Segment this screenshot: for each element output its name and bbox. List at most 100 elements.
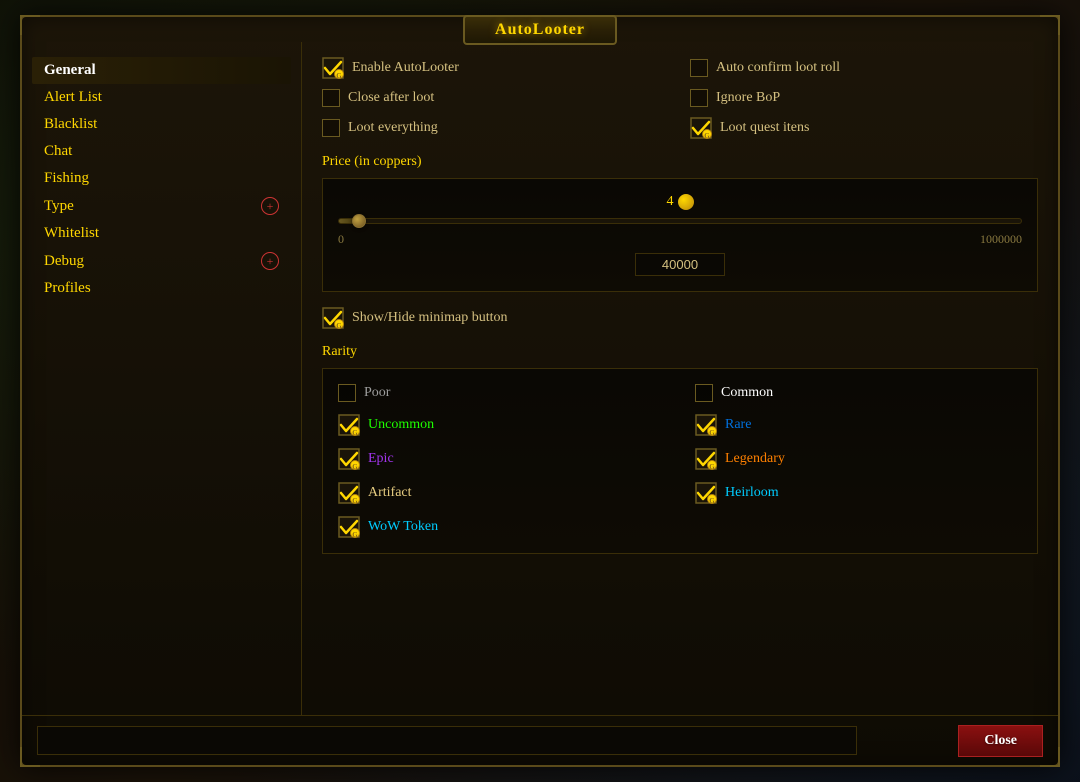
rarity-epic-checkbox[interactable]: G [338, 448, 360, 470]
sidebar-item-profiles[interactable]: Profiles [32, 275, 291, 302]
svg-text:G: G [352, 463, 358, 470]
content-area: General Alert List Blacklist Chat Fishin… [22, 42, 1058, 715]
sidebar-label-blacklist: Blacklist [44, 116, 97, 133]
sidebar-item-type[interactable]: Type + [32, 192, 291, 220]
title-bar: AutoLooter [463, 15, 617, 45]
window-title: AutoLooter [495, 21, 585, 38]
rarity-epic-row: G Epic [338, 448, 665, 470]
svg-text:G: G [704, 132, 710, 139]
enable-autolooter-label: Enable AutoLooter [352, 60, 459, 76]
auto-confirm-label: Auto confirm loot roll [716, 60, 840, 76]
rarity-uncommon-row: G Uncommon [338, 414, 665, 436]
sidebar-item-whitelist[interactable]: Whitelist [32, 220, 291, 247]
slider-input-row [338, 253, 1022, 276]
sidebar-item-alert-list[interactable]: Alert List [32, 84, 291, 111]
rarity-rare-checkbox[interactable]: G [695, 414, 717, 436]
main-panel: G Enable AutoLooter Auto confirm loot ro… [302, 42, 1058, 715]
slider-max-label: 1000000 [980, 232, 1022, 247]
rarity-rare-label: Rare [725, 417, 751, 433]
rarity-grid: Poor Common G [338, 384, 1022, 538]
slider-labels: 0 1000000 [338, 232, 1022, 247]
price-box: 4 0 1000000 [322, 178, 1038, 292]
sidebar-item-blacklist[interactable]: Blacklist [32, 111, 291, 138]
sidebar-item-fishing[interactable]: Fishing [32, 165, 291, 192]
slider-value-display: 4 [338, 194, 1022, 210]
rarity-legendary-row: G Legendary [695, 448, 1022, 470]
corner-decoration-tl [20, 15, 40, 35]
main-window: AutoLooter General Alert List Blacklist … [20, 15, 1060, 767]
sidebar-label-fishing: Fishing [44, 170, 89, 187]
ignore-bop-label: Ignore BoP [716, 90, 780, 106]
rarity-section-label: Rarity [322, 344, 1038, 360]
rarity-poor-label: Poor [364, 385, 390, 401]
debug-plus-icon[interactable]: + [261, 252, 279, 270]
sidebar-label-profiles: Profiles [44, 280, 91, 297]
rarity-common-checkbox[interactable] [695, 384, 713, 402]
sidebar-label-type: Type [44, 198, 74, 215]
sidebar-label-whitelist: Whitelist [44, 225, 99, 242]
svg-text:G: G [352, 497, 358, 504]
sidebar-item-chat[interactable]: Chat [32, 138, 291, 165]
search-input[interactable] [37, 726, 857, 755]
rarity-legendary-checkbox[interactable]: G [695, 448, 717, 470]
ignore-bop-checkbox[interactable] [690, 89, 708, 107]
rarity-wowtoken-checkbox[interactable]: G [338, 516, 360, 538]
svg-text:G: G [352, 429, 358, 436]
loot-quest-items-checkbox[interactable]: G [690, 117, 712, 139]
close-after-loot-checkbox[interactable] [322, 89, 340, 107]
minimap-label: Show/Hide minimap button [352, 310, 508, 326]
rarity-epic-label: Epic [368, 451, 394, 467]
svg-text:G: G [336, 322, 342, 329]
gold-coin-icon [678, 194, 694, 210]
type-plus-icon[interactable]: + [261, 197, 279, 215]
price-section-label: Price (in coppers) [322, 154, 1038, 170]
price-input[interactable] [635, 253, 725, 276]
rarity-box: Poor Common G [322, 368, 1038, 554]
price-value-text: 4 [667, 194, 674, 210]
sidebar-item-general[interactable]: General [32, 57, 291, 84]
slider-min-label: 0 [338, 232, 344, 247]
svg-text:G: G [336, 72, 342, 79]
rarity-artifact-checkbox[interactable]: G [338, 482, 360, 504]
close-after-loot-label: Close after loot [348, 90, 434, 106]
rarity-uncommon-label: Uncommon [368, 417, 434, 433]
sidebar-label-alert-list: Alert List [44, 89, 102, 106]
options-grid: G Enable AutoLooter Auto confirm loot ro… [322, 57, 1038, 139]
rarity-uncommon-checkbox[interactable]: G [338, 414, 360, 436]
svg-text:G: G [352, 531, 358, 538]
auto-confirm-checkbox[interactable] [690, 59, 708, 77]
rarity-wowtoken-row: G WoW Token [338, 516, 665, 538]
minimap-row: G Show/Hide minimap button [322, 307, 1038, 329]
sidebar-label-debug: Debug [44, 253, 84, 270]
slider-thumb[interactable] [352, 214, 366, 228]
bottom-bar: Close [22, 715, 1058, 765]
loot-everything-label: Loot everything [348, 120, 438, 136]
minimap-checkbox[interactable]: G [322, 307, 344, 329]
option-close-after-loot: Close after loot [322, 89, 670, 107]
price-slider-track[interactable] [338, 218, 1022, 224]
rarity-artifact-row: G Artifact [338, 482, 665, 504]
loot-everything-checkbox[interactable] [322, 119, 340, 137]
rarity-heirloom-checkbox[interactable]: G [695, 482, 717, 504]
rarity-legendary-label: Legendary [725, 451, 785, 467]
rarity-poor-checkbox[interactable] [338, 384, 356, 402]
close-button[interactable]: Close [958, 725, 1043, 757]
sidebar-label-chat: Chat [44, 143, 72, 160]
rarity-wowtoken-label: WoW Token [368, 519, 438, 535]
option-loot-everything: Loot everything [322, 117, 670, 139]
corner-decoration-tr [1040, 15, 1060, 35]
rarity-heirloom-label: Heirloom [725, 485, 779, 501]
rarity-poor-row: Poor [338, 384, 665, 402]
rarity-common-label: Common [721, 385, 773, 401]
rarity-rare-row: G Rare [695, 414, 1022, 436]
rarity-heirloom-row: G Heirloom [695, 482, 1022, 504]
option-loot-quest-items: G Loot quest itens [690, 117, 1038, 139]
sidebar: General Alert List Blacklist Chat Fishin… [22, 42, 302, 715]
svg-text:G: G [709, 429, 715, 436]
svg-text:G: G [709, 497, 715, 504]
sidebar-item-debug[interactable]: Debug + [32, 247, 291, 275]
rarity-common-row: Common [695, 384, 1022, 402]
enable-autolooter-checkbox[interactable]: G [322, 57, 344, 79]
option-ignore-bop: Ignore BoP [690, 89, 1038, 107]
sidebar-label-general: General [44, 62, 96, 79]
